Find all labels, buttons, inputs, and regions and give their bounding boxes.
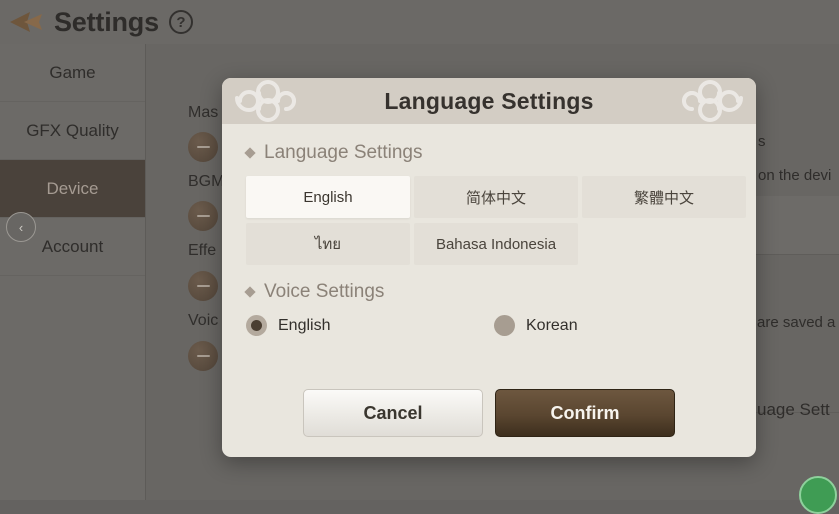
language-option-traditional-chinese[interactable]: 繁體中文	[582, 176, 746, 218]
radio-button-unselected-icon[interactable]	[494, 315, 515, 336]
confirm-button-label: Confirm	[550, 402, 620, 423]
language-option-label: English	[303, 188, 353, 206]
diamond-bullet-icon	[244, 286, 256, 298]
diamond-bullet-icon	[244, 147, 256, 159]
bg-slider-label-voice: Voic	[188, 312, 219, 329]
bg-slider-label-master: Mas	[188, 104, 219, 121]
sidebar-item-label: Account	[41, 236, 104, 256]
bg-slider-label-bgm: BGM	[188, 173, 225, 190]
cancel-button-label: Cancel	[363, 402, 423, 423]
sidebar-collapse-button[interactable]: ‹	[6, 212, 36, 242]
bg-slider-label-effect: Effe	[188, 242, 217, 259]
dialog-header: Language Settings	[222, 78, 756, 124]
bg-minus-button-bgm[interactable]	[188, 201, 218, 231]
bg-text-fragment-4: uage Sett	[757, 400, 830, 419]
sidebar-item-label: Device	[46, 178, 99, 198]
page-title: Settings	[54, 6, 159, 37]
bg-minus-button-effect[interactable]	[188, 271, 218, 301]
language-settings-dialog: Language Settings Language Settings Engl…	[222, 78, 756, 457]
dialog-body: Language Settings English 简体中文 繁體中文 ไทย …	[222, 124, 756, 336]
sidebar-item-label: Game	[49, 62, 96, 82]
voice-option-english[interactable]: English	[246, 315, 494, 336]
language-option-label: ไทย	[314, 236, 342, 253]
language-option-label: 简体中文	[465, 189, 526, 207]
sidebar-item-device[interactable]: Device	[0, 160, 145, 218]
dialog-footer: Cancel Confirm	[222, 369, 756, 457]
voice-option-label: Korean	[526, 316, 578, 334]
voice-options-group: English Korean	[246, 315, 732, 336]
bg-minus-button-master[interactable]	[188, 132, 218, 162]
language-options-grid: English 简体中文 繁體中文 ไทย Bahasa Indonesia	[246, 176, 746, 265]
ornament-swirl-right-icon	[642, 78, 752, 124]
floating-green-badge[interactable]	[799, 476, 837, 514]
language-section-heading-label: Language Settings	[264, 142, 423, 163]
language-option-label: Bahasa Indonesia	[435, 235, 557, 253]
voice-option-label: English	[278, 316, 331, 334]
dialog-title: Language Settings	[384, 87, 594, 114]
bg-text-fragment-1: s	[758, 133, 766, 150]
ornament-swirl-left-icon	[226, 78, 336, 124]
confirm-button[interactable]: Confirm	[495, 389, 675, 437]
language-section-heading: Language Settings	[244, 142, 732, 164]
sidebar-item-gfx-quality[interactable]: GFX Quality	[0, 102, 145, 160]
sidebar-item-game[interactable]: Game	[0, 44, 145, 102]
sidebar: Game GFX Quality Device Account	[0, 44, 146, 500]
back-arrow-icon[interactable]	[8, 9, 48, 35]
voice-section-heading: Voice Settings	[244, 281, 732, 303]
chevron-left-icon: ‹	[18, 219, 24, 235]
language-option-english[interactable]: English	[246, 176, 410, 218]
language-option-thai[interactable]: ไทย	[246, 223, 410, 265]
cancel-button[interactable]: Cancel	[303, 389, 483, 437]
bg-text-fragment-2: on the devi	[758, 167, 832, 184]
help-icon[interactable]: ?	[168, 10, 193, 34]
language-option-label: 繁體中文	[633, 189, 694, 207]
top-bar: Settings ?	[0, 0, 839, 44]
bg-text-fragment-3: are saved a	[757, 314, 836, 331]
language-option-bahasa-indonesia[interactable]: Bahasa Indonesia	[414, 223, 578, 265]
radio-button-selected-icon[interactable]	[246, 315, 267, 336]
voice-option-korean[interactable]: Korean	[494, 315, 578, 336]
voice-section-heading-label: Voice Settings	[264, 281, 385, 302]
sidebar-item-label: GFX Quality	[26, 120, 119, 140]
bg-minus-button-voice[interactable]	[188, 341, 218, 371]
language-option-simplified-chinese[interactable]: 简体中文	[414, 176, 578, 218]
